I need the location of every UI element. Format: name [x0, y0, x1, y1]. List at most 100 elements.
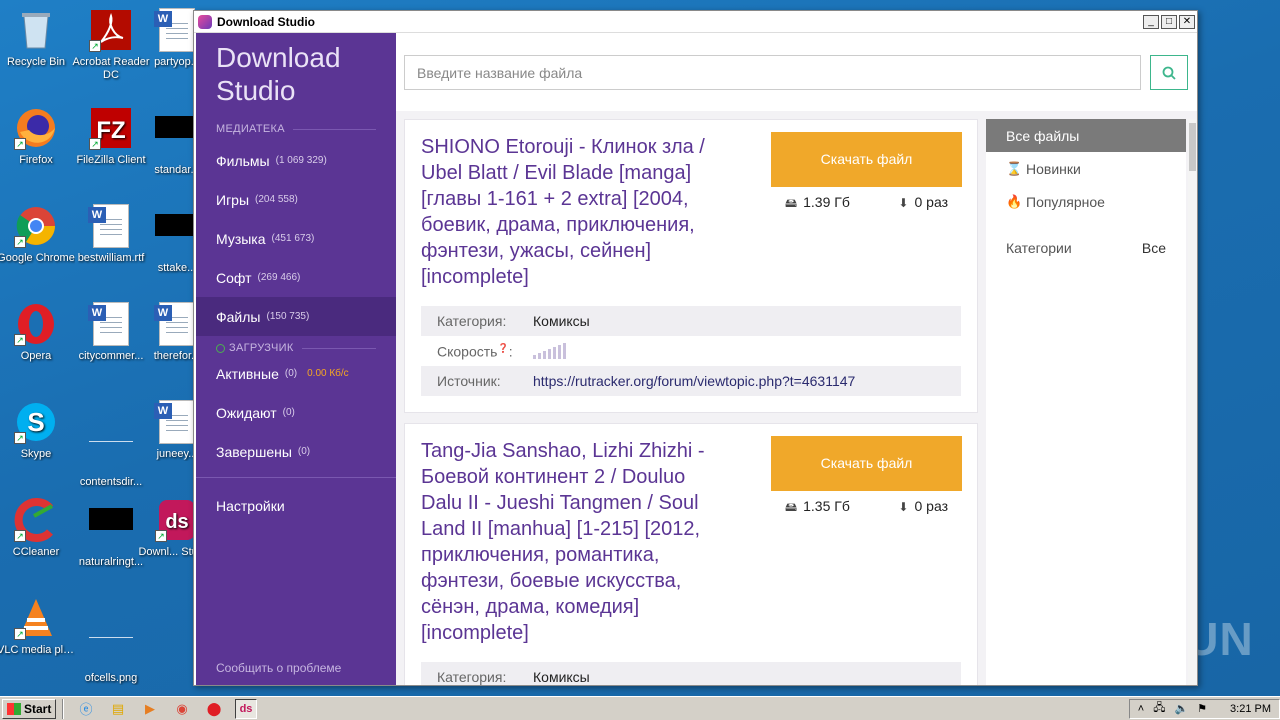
desktop-icon-opera[interactable]: ↗ Opera [0, 302, 75, 363]
download-speed: 0.00 Кб/с [307, 368, 349, 379]
info-row-source: Источник: https://rutracker.org/forum/vi… [421, 366, 961, 396]
system-tray: ˄ 🖧 🔈 ⚑ 3:21 PM [1128, 698, 1280, 719]
minimize-button[interactable]: _ [1143, 14, 1159, 29]
hard-drive-icon: 🖴 [785, 500, 798, 514]
main-content: SHIONO Etorouji - Клинок зла / Ubel Blat… [396, 33, 1197, 685]
result-title[interactable]: SHIONO Etorouji - Клинок зла / Ubel Blat… [421, 134, 731, 290]
sidebar-item-movies[interactable]: Фильмы (1 069 329) [196, 141, 396, 180]
info-row-speed: Скорость❓: [421, 336, 961, 366]
acrobat-icon: ↗ [89, 8, 133, 52]
sidebar-item-completed[interactable]: Завершены (0) [196, 432, 396, 471]
action-center-flag-icon[interactable]: ⚑ [1197, 702, 1207, 715]
sidebar-item-active[interactable]: Активные (0) 0.00 Кб/с [196, 354, 396, 393]
flame-icon: 🔥 [1006, 193, 1023, 209]
sidebar-item-settings[interactable]: Настройки [196, 486, 396, 525]
taskbar-download-studio-icon[interactable]: ds [235, 698, 257, 719]
app-window: Download Studio _ □ ✕ Download Studio МЕ… [193, 10, 1198, 686]
desktop-icon-chrome[interactable]: ↗ Google Chrome [0, 204, 75, 265]
desktop-icon-skype[interactable]: S ↗ Skype [0, 400, 75, 461]
result-card: SHIONO Etorouji - Клинок зла / Ubel Blat… [404, 119, 978, 413]
download-count: 0 раз [914, 194, 948, 210]
image-file-icon [89, 624, 133, 668]
opera-icon: ↗ [14, 302, 58, 346]
clock[interactable]: 3:21 PM [1230, 703, 1271, 715]
close-button[interactable]: ✕ [1179, 14, 1195, 29]
speed-indicator [533, 343, 566, 359]
taskbar-opera-icon[interactable]: ⬤ [203, 699, 225, 719]
firefox-icon: ↗ [14, 106, 58, 150]
sidebar-item-software[interactable]: Софт (269 466) [196, 258, 396, 297]
sidebar-item-games[interactable]: Игры (204 558) [196, 180, 396, 219]
taskbar-explorer-icon[interactable]: ▤ [107, 699, 129, 719]
sidebar-item-files[interactable]: Файлы (150 735) [196, 297, 396, 336]
download-file-button[interactable]: Скачать файл [771, 132, 962, 187]
scrollbar[interactable] [1188, 119, 1197, 685]
black-file-icon [89, 508, 133, 552]
volume-icon[interactable]: 🔈 [1174, 702, 1188, 715]
info-row-category: Категория: Комиксы [421, 306, 961, 336]
app-body: Download Studio МЕДИАТЕКА Фильмы (1 069 … [194, 33, 1197, 685]
network-icon[interactable]: 🖧 [1153, 699, 1165, 718]
taskbar-ie-icon[interactable]: ⓔ [75, 699, 97, 719]
windows-logo-icon [7, 702, 21, 715]
ccleaner-icon: ↗ [14, 498, 58, 542]
file-size: 1.39 Гб [803, 194, 850, 210]
maximize-button[interactable]: □ [1161, 14, 1177, 29]
source-link[interactable]: https://rutracker.org/forum/viewtopic.ph… [533, 373, 855, 389]
filter-all-files[interactable]: Все файлы [986, 119, 1186, 152]
start-button[interactable]: Start [2, 698, 56, 719]
category-value: Комиксы [533, 669, 590, 685]
desktop-icon-ccleaner[interactable]: ↗ CCleaner [0, 498, 75, 559]
sidebar-divider [196, 477, 396, 478]
download-studio-app-icon [198, 14, 212, 29]
hard-drive-icon: 🖴 [785, 196, 798, 210]
desktop-icon-vlc[interactable]: ↗ VLC media player [0, 596, 75, 657]
download-arrow-icon: ⬇ [898, 500, 909, 514]
search-button[interactable] [1150, 55, 1188, 90]
result-info: Категория: Комиксы [421, 662, 961, 685]
file-size: 1.35 Гб [803, 498, 850, 514]
titlebar[interactable]: Download Studio _ □ ✕ [194, 11, 1197, 33]
library-header: МЕДИАТЕКА [196, 123, 396, 135]
svg-text:ds: ds [165, 511, 188, 533]
recycle-bin-icon [14, 8, 58, 52]
download-count: 0 раз [914, 498, 948, 514]
filter-popular[interactable]: 🔥 Популярное [986, 185, 1186, 218]
vlc-icon: ↗ [14, 596, 58, 640]
word-document-icon: W [88, 302, 133, 346]
tray-expand-icon[interactable]: ˄ [1138, 703, 1144, 715]
sidebar-item-music[interactable]: Музыка (451 673) [196, 219, 396, 258]
category-filter-value: Все [1141, 240, 1166, 256]
taskbar-chrome-icon[interactable]: ◉ [171, 699, 193, 719]
desktop-icon-firefox[interactable]: ↗ Firefox [0, 106, 75, 167]
help-icon[interactable]: ❓ [497, 343, 508, 353]
filezilla-icon: FZ ↗ [89, 106, 133, 150]
chrome-icon: ↗ [14, 204, 58, 248]
info-row-category: Категория: Комиксы [421, 662, 961, 685]
search-input[interactable] [404, 55, 1141, 90]
result-info: Категория: Комиксы Скорость❓: Источник: … [421, 306, 961, 396]
result-meta: 🖴 1.35 Гб ⬇ 0 раз [771, 498, 962, 519]
desktop-icon-recycle-bin[interactable]: Recycle Bin [0, 8, 75, 69]
desktop-icon-ofcells[interactable]: ofcells.png [72, 596, 150, 685]
word-document-icon: W [88, 204, 133, 248]
download-file-button[interactable]: Скачать файл [771, 436, 962, 491]
category-filter[interactable]: Категории Все [986, 240, 1186, 256]
downloader-header: ЗАГРУЗЧИК [196, 342, 396, 354]
svg-text:S: S [27, 407, 44, 437]
results-list: SHIONO Etorouji - Клинок зла / Ubel Blat… [404, 119, 978, 685]
result-title[interactable]: Tang-Jia Sanshao, Lizhi Zhizhi - Боевой … [421, 438, 731, 646]
filter-new[interactable]: ⌛ Новинки [986, 152, 1186, 185]
scrollbar-thumb[interactable] [1189, 123, 1196, 171]
status-ring-icon [216, 343, 225, 353]
app-logo: Download Studio [216, 42, 341, 106]
sidebar-item-waiting[interactable]: Ожидают (0) [196, 393, 396, 432]
window-title: Download Studio [217, 14, 315, 29]
report-problem-link[interactable]: Сообщить о проблеме [216, 661, 341, 675]
taskbar-media-player-icon[interactable]: ▶ [139, 699, 161, 719]
category-value: Комиксы [533, 313, 590, 329]
taskbar: Start ⓔ ▤ ▶ ◉ ⬤ ds ˄ 🖧 🔈 ⚑ 3:21 PM [0, 696, 1280, 720]
result-card: Tang-Jia Sanshao, Lizhi Zhizhi - Боевой … [404, 423, 978, 685]
hourglass-icon: ⌛ [1006, 160, 1023, 176]
skype-icon: S ↗ [14, 400, 58, 444]
